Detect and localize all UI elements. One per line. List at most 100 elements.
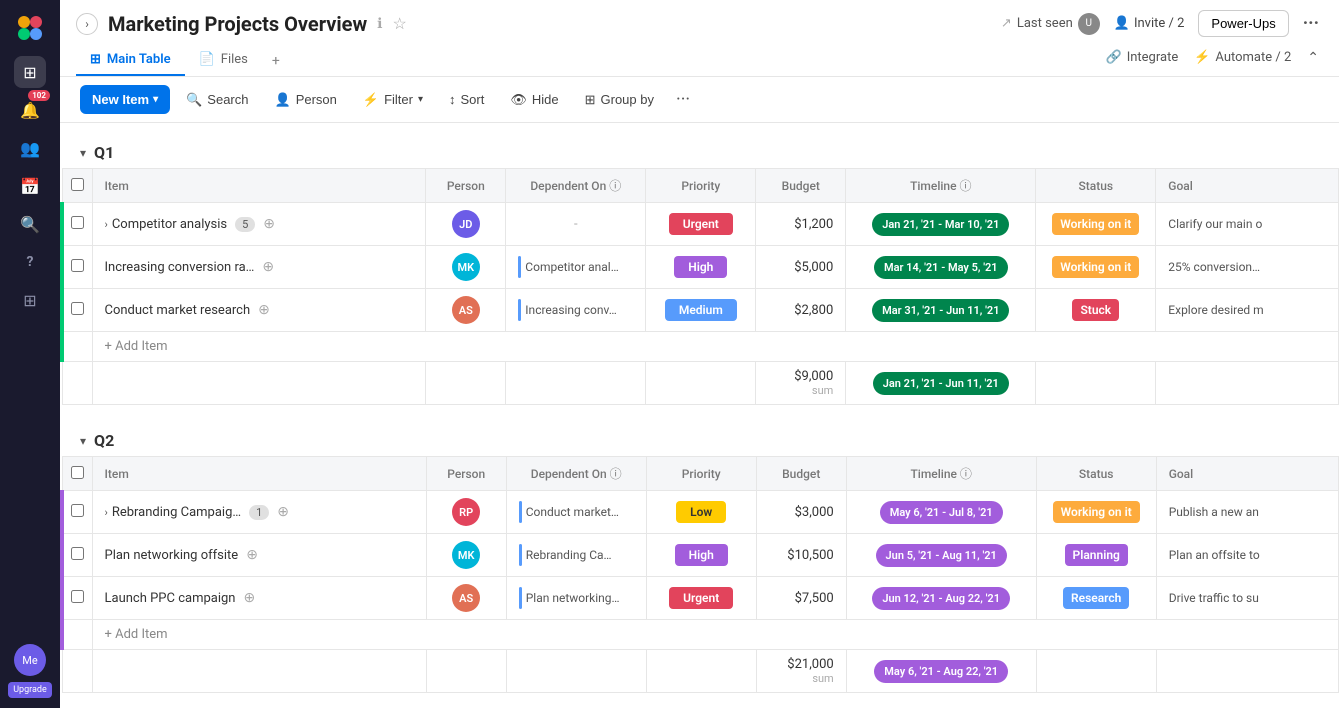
row-person[interactable]: AS — [426, 577, 506, 620]
sidebar-team-icon[interactable]: 👥 — [14, 132, 46, 164]
row-dep[interactable]: Conduct market… — [506, 491, 646, 534]
row-budget[interactable]: $10,500 — [756, 534, 846, 577]
info-icon[interactable]: ℹ — [377, 16, 382, 32]
invite-button[interactable]: 👤 Invite / 2 — [1114, 16, 1185, 31]
row-dep[interactable]: Competitor anal… — [506, 246, 646, 289]
row-checkbox[interactable] — [62, 203, 92, 246]
group-q1-chevron[interactable]: ▾ — [80, 146, 86, 160]
row-checkbox[interactable] — [62, 491, 92, 534]
row-budget[interactable]: $1,200 — [756, 203, 846, 246]
group-q1-header[interactable]: ▾ Q1 — [60, 137, 1339, 168]
row-dep[interactable]: Rebranding Ca… — [506, 534, 646, 577]
row-goal[interactable]: Drive traffic to su — [1156, 577, 1338, 620]
row-status[interactable]: Planning — [1036, 534, 1156, 577]
add-subitem-icon[interactable]: ⊕ — [243, 590, 255, 606]
row-item[interactable]: Plan networking offsite ⊕ — [92, 534, 426, 577]
row-goal[interactable]: 25% conversion… — [1156, 246, 1339, 289]
row-timeline[interactable]: Mar 14, '21 - May 5, '21 — [846, 246, 1036, 289]
row-timeline[interactable]: Jun 12, '21 - Aug 22, '21 — [846, 577, 1036, 620]
row-goal[interactable]: Publish a new an — [1156, 491, 1338, 534]
add-subitem-icon[interactable]: ⊕ — [277, 504, 289, 520]
row-priority[interactable]: Urgent — [646, 203, 756, 246]
row-budget[interactable]: $3,000 — [756, 491, 846, 534]
row-person[interactable]: MK — [426, 246, 506, 289]
row-dep[interactable]: Plan networking… — [506, 577, 646, 620]
row-budget[interactable]: $2,800 — [756, 289, 846, 332]
row-timeline[interactable]: May 6, '21 - Jul 8, '21 — [846, 491, 1036, 534]
row-priority[interactable]: High — [646, 534, 756, 577]
select-all-q2[interactable] — [71, 466, 84, 479]
row-timeline[interactable]: Mar 31, '21 - Jun 11, '21 — [846, 289, 1036, 332]
row-status[interactable]: Working on it — [1036, 246, 1156, 289]
toolbar-more-icon[interactable]: ··· — [670, 85, 696, 114]
row-dep[interactable]: - — [506, 203, 646, 246]
row-item[interactable]: Increasing conversion ra… ⊕ — [92, 246, 426, 289]
sort-button[interactable]: ↕ Sort — [439, 86, 494, 113]
row-person[interactable]: MK — [426, 534, 506, 577]
add-subitem-icon[interactable]: ⊕ — [263, 216, 275, 232]
add-subitem-icon[interactable]: ⊕ — [246, 547, 258, 563]
tab-files[interactable]: 📄 Files — [185, 45, 262, 76]
row-priority[interactable]: High — [646, 246, 756, 289]
star-icon[interactable]: ☆ — [392, 14, 406, 33]
sidebar-help-icon[interactable]: ? — [14, 246, 46, 278]
sidebar-grid-icon[interactable]: ⊞ — [14, 56, 46, 88]
automate-button[interactable]: ⚡ Automate / 2 — [1194, 50, 1291, 65]
row-status[interactable]: Stuck — [1036, 289, 1156, 332]
tab-main-table[interactable]: ⊞ Main Table — [76, 45, 185, 76]
row-goal[interactable]: Plan an offsite to — [1156, 534, 1338, 577]
row-status[interactable]: Research — [1036, 577, 1156, 620]
expand-icon[interactable]: › — [105, 506, 108, 519]
group-q2-header[interactable]: ▾ Q2 — [60, 425, 1339, 456]
row-item[interactable]: Conduct market research ⊕ — [92, 289, 426, 332]
power-ups-button[interactable]: Power-Ups — [1198, 10, 1288, 37]
search-button[interactable]: 🔍 Search — [176, 86, 258, 114]
row-timeline[interactable]: Jan 21, '21 - Mar 10, '21 — [846, 203, 1036, 246]
sidebar-notification-icon[interactable]: 🔔 102 — [14, 94, 46, 126]
filter-button[interactable]: ⚡ Filter ▾ — [353, 86, 433, 114]
row-checkbox[interactable] — [62, 289, 92, 332]
row-checkbox[interactable] — [62, 246, 92, 289]
row-person[interactable]: RP — [426, 491, 506, 534]
sidebar-apps-icon[interactable]: ⊞ — [14, 284, 46, 316]
group-q2-chevron[interactable]: ▾ — [80, 434, 86, 448]
sidebar-avatar[interactable]: Me — [14, 644, 46, 676]
add-item-button[interactable]: + Add Item — [92, 332, 1339, 362]
sidebar-logo[interactable] — [12, 10, 48, 46]
row-priority[interactable]: Medium — [646, 289, 756, 332]
row-item[interactable]: › Competitor analysis 5 ⊕ — [92, 203, 426, 246]
row-goal[interactable]: Explore desired m — [1156, 289, 1339, 332]
row-checkbox[interactable] — [62, 534, 92, 577]
row-budget[interactable]: $5,000 — [756, 246, 846, 289]
add-item-row[interactable]: + Add Item — [62, 332, 1339, 362]
row-goal[interactable]: Clarify our main o — [1156, 203, 1339, 246]
integrate-button[interactable]: 🔗 Integrate — [1106, 50, 1179, 65]
collapse-tabs-icon[interactable]: ⌃ — [1307, 50, 1319, 66]
row-person[interactable]: JD — [426, 203, 506, 246]
row-item[interactable]: Launch PPC campaign ⊕ — [92, 577, 426, 620]
add-subitem-icon[interactable]: ⊕ — [258, 302, 270, 318]
tab-add-button[interactable]: + — [262, 46, 290, 76]
row-priority[interactable]: Urgent — [646, 577, 756, 620]
hide-button[interactable]: 👁 Hide — [500, 86, 568, 114]
col-check-q1[interactable] — [62, 169, 92, 203]
group-by-button[interactable]: ⊞ Group by — [575, 86, 664, 114]
add-subitem-icon[interactable]: ⊕ — [262, 259, 274, 275]
add-item-button[interactable]: + Add Item — [92, 620, 1339, 650]
add-item-row[interactable]: + Add Item — [62, 620, 1339, 650]
sidebar-calendar-icon[interactable]: 📅 — [14, 170, 46, 202]
row-budget[interactable]: $7,500 — [756, 577, 846, 620]
select-all-q1[interactable] — [71, 178, 84, 191]
upgrade-button[interactable]: Upgrade — [8, 682, 52, 698]
row-dep[interactable]: Increasing conv… — [506, 289, 646, 332]
new-item-button[interactable]: New Item ▾ — [80, 85, 170, 114]
person-button[interactable]: 👤 Person — [265, 86, 347, 114]
expand-icon[interactable]: › — [105, 218, 108, 231]
row-status[interactable]: Working on it — [1036, 203, 1156, 246]
row-checkbox[interactable] — [62, 577, 92, 620]
row-priority[interactable]: Low — [646, 491, 756, 534]
sidebar-search-icon[interactable]: 🔍 — [14, 208, 46, 240]
col-check-q2[interactable] — [62, 457, 92, 491]
collapse-button[interactable]: › — [76, 13, 98, 35]
more-options-icon[interactable]: ··· — [1303, 13, 1319, 34]
